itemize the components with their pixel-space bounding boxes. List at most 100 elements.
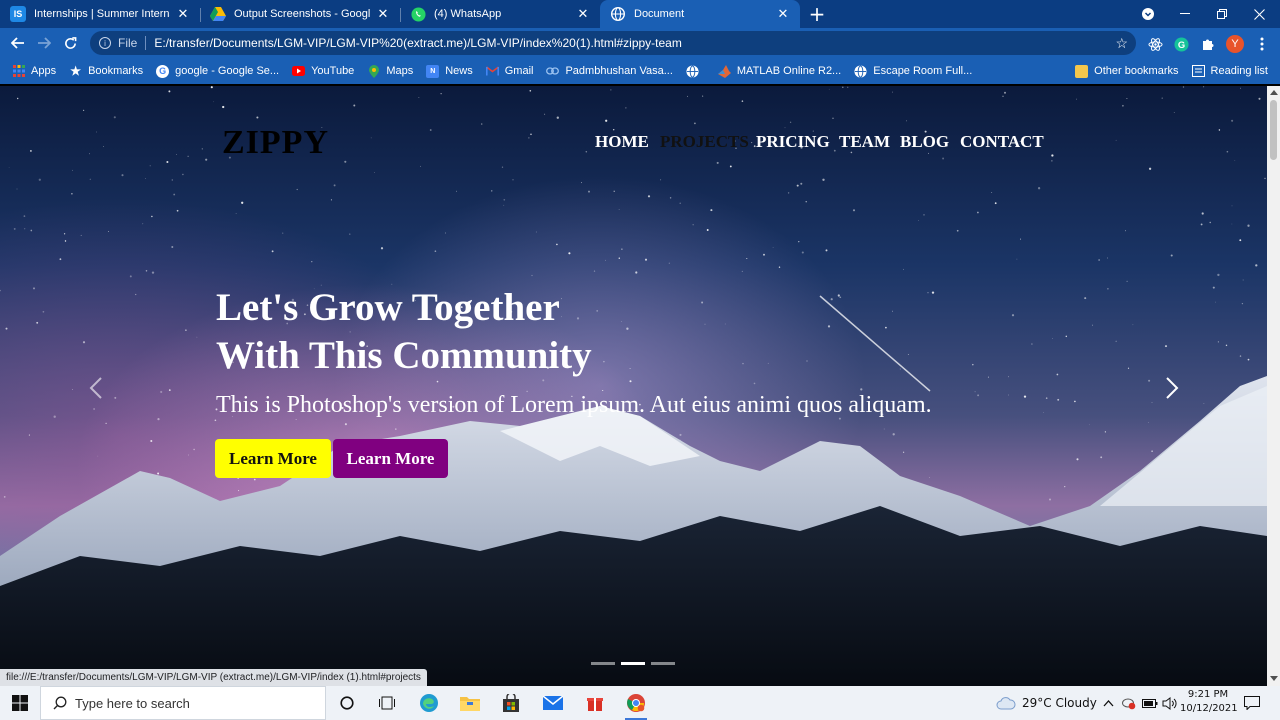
carousel-prev-icon[interactable] [88, 376, 104, 400]
carousel-indicator[interactable] [591, 662, 615, 665]
bookmark-star-icon[interactable]: ☆ [1115, 35, 1128, 52]
tab-search-icon[interactable] [1138, 0, 1158, 28]
more-menu-icon[interactable] [1254, 36, 1270, 52]
tab-output-screenshots[interactable]: Output Screenshots - Google Dri ✕ [200, 0, 400, 28]
reload-icon[interactable] [57, 30, 83, 56]
grammarly-icon[interactable]: G [1173, 36, 1189, 52]
scroll-down-arrow-icon[interactable] [1270, 676, 1278, 681]
cloud-icon [996, 697, 1016, 710]
bookmark-label: Gmail [504, 65, 534, 77]
task-view-icon[interactable] [372, 689, 402, 717]
address-bar[interactable]: i File E:/transfer/Documents/LGM-VIP/LGM… [90, 31, 1136, 55]
close-tab-icon[interactable]: ✕ [776, 6, 790, 22]
back-arrow-icon[interactable] [5, 30, 31, 56]
nav-projects[interactable]: PROJECTS [660, 132, 749, 152]
restore-window-icon[interactable] [1209, 0, 1235, 28]
volume-icon[interactable] [1162, 686, 1178, 720]
folder-icon [1075, 64, 1089, 78]
google-drive-icon [210, 6, 226, 22]
hero-subtitle: This is Photoshop's version of Lorem ips… [216, 392, 932, 418]
news-icon: N [426, 64, 440, 78]
info-icon[interactable]: i [99, 37, 111, 49]
hero-title-line: Let's Grow Together [216, 286, 560, 329]
bookmark-youtube[interactable]: YouTube [292, 65, 354, 78]
learn-more-button-secondary[interactable]: Learn More [333, 439, 448, 478]
start-button[interactable] [0, 686, 40, 720]
chrome-taskbar-icon[interactable] [621, 689, 651, 720]
tab-title: Internships | Summer Internship [34, 8, 170, 20]
bookmark-apps[interactable]: Apps [12, 65, 56, 78]
bookmark-reading-list[interactable]: Reading list [1191, 65, 1268, 78]
battery-icon[interactable] [1142, 686, 1158, 720]
tab-strip: IS Internships | Summer Internship ✕ Out… [0, 0, 1280, 28]
nav-contact[interactable]: CONTACT [960, 132, 1044, 152]
notifications-icon[interactable] [1244, 686, 1260, 720]
youtube-icon [292, 65, 306, 78]
close-tab-icon[interactable]: ✕ [376, 6, 390, 22]
bookmark-gmail[interactable]: Gmail [485, 65, 534, 78]
bookmark-news[interactable]: N News [426, 64, 473, 78]
gmail-icon [485, 65, 499, 78]
taskbar-search[interactable]: Type here to search [40, 686, 326, 720]
file-explorer-icon[interactable] [455, 689, 485, 717]
reading-list-icon [1191, 65, 1205, 78]
minimize-window-icon[interactable] [1172, 0, 1198, 28]
forward-arrow-icon[interactable] [31, 30, 57, 56]
scrollbar-thumb[interactable] [1270, 100, 1277, 160]
edge-browser-icon[interactable] [414, 689, 444, 717]
carousel-next-icon[interactable] [1164, 376, 1180, 400]
scroll-up-arrow-icon[interactable] [1270, 90, 1278, 95]
brand-logo[interactable]: ZIPPY [222, 124, 329, 162]
carousel-indicator[interactable] [651, 662, 675, 665]
hero-title-line: With This Community [216, 334, 592, 377]
react-devtools-icon[interactable] [1147, 36, 1163, 52]
mail-icon[interactable] [538, 689, 568, 717]
gift-app-icon[interactable] [580, 689, 610, 717]
nav-pricing[interactable]: PRICING [756, 132, 830, 152]
close-tab-icon[interactable]: ✕ [176, 6, 190, 22]
bookmark-matlab[interactable]: MATLAB Online R2... [717, 64, 841, 78]
nav-team[interactable]: TEAM [839, 132, 890, 152]
browser-toolbar: i File E:/transfer/Documents/LGM-VIP/LGM… [0, 28, 1280, 58]
apps-grid-icon [12, 65, 25, 78]
profile-avatar[interactable]: Y [1226, 35, 1244, 53]
weather-widget[interactable]: 29°C Cloudy [996, 686, 1097, 720]
nav-blog[interactable]: BLOG [900, 132, 949, 152]
cortana-icon[interactable] [332, 689, 362, 717]
url-text[interactable]: E:/transfer/Documents/LGM-VIP/LGM-VIP%20… [154, 36, 682, 50]
bookmark-label: Bookmarks [88, 65, 144, 77]
tab-whatsapp[interactable]: (4) WhatsApp ✕ [400, 0, 600, 28]
system-clock[interactable]: 9:21 PM 10/12/2021 [1180, 688, 1238, 716]
carousel-indicators [591, 662, 681, 665]
search-placeholder: Type here to search [75, 695, 190, 711]
star-icon: ★ [70, 64, 81, 78]
carousel-indicator-active[interactable] [621, 662, 645, 665]
bookmark-escape-room[interactable]: Escape Room Full... [854, 64, 972, 78]
microsoft-store-icon[interactable] [496, 689, 526, 717]
tab-internships[interactable]: IS Internships | Summer Internship ✕ [0, 0, 200, 28]
nav-home[interactable]: HOME [595, 132, 649, 152]
new-tab-button[interactable]: + [800, 0, 834, 28]
bookmark-maps[interactable]: Maps [367, 64, 414, 78]
url-scheme: File [118, 36, 138, 50]
bookmark-padmbhushan[interactable]: Padmbhushan Vasa... [546, 65, 673, 78]
learn-more-button-primary[interactable]: Learn More [215, 439, 331, 478]
clock-date: 10/12/2021 [1180, 703, 1238, 714]
status-bar-url: file:///E:/transfer/Documents/LGM-VIP/LG… [0, 669, 427, 686]
bookmark-label: Maps [386, 65, 414, 77]
bookmark-label: YouTube [311, 65, 355, 77]
bookmark-other[interactable]: Other bookmarks [1075, 64, 1179, 78]
bookmark-globe[interactable] [686, 64, 705, 78]
bookmark-google[interactable]: G google - Google Se... [156, 64, 280, 78]
extensions-puzzle-icon[interactable] [1200, 36, 1216, 52]
bookmark-bookmarks[interactable]: ★ Bookmarks [69, 64, 144, 78]
close-tab-icon[interactable]: ✕ [576, 6, 590, 22]
antivirus-tray-icon[interactable] [1122, 686, 1137, 720]
bookmark-label: google - Google Se... [175, 65, 280, 77]
maps-icon [367, 64, 380, 78]
bookmark-label: Other bookmarks [1094, 65, 1179, 77]
tab-document[interactable]: Document ✕ [600, 0, 800, 28]
close-window-icon[interactable] [1246, 0, 1272, 28]
page-scrollbar[interactable] [1267, 86, 1280, 686]
tray-overflow-icon[interactable] [1103, 686, 1114, 720]
